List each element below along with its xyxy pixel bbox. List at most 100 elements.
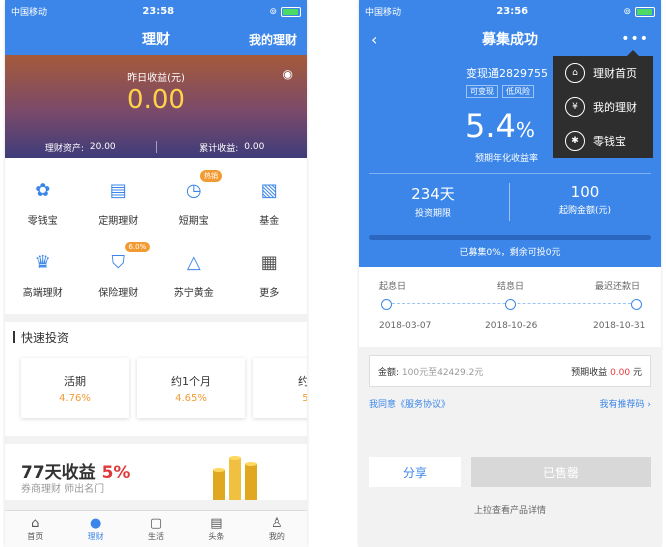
page-title: 募集成功 (482, 32, 538, 48)
timeline-date: 2018-03-07 (379, 321, 432, 331)
stat-min-amount: 100 起购金额(元) (515, 183, 655, 216)
badge-risk: 低风险 (502, 85, 534, 98)
product-grid: ✿ 零钱宝 ▤ 定期理财 热销 ◷ 短期宝 ▧ 基金 ♛ 高端理财 6.0% ⛉ 保险理财 △ 苏… (5, 158, 307, 314)
gold-icon: △ (186, 252, 201, 273)
card-name: 约3 (298, 374, 307, 388)
grid-item-label: 更多 (259, 287, 280, 299)
invest-card[interactable]: 活期 4.76% (21, 358, 129, 418)
grid-item-label: 短期宝 (178, 215, 209, 227)
total-value: 0.00 (244, 142, 265, 152)
card-name: 约1个月 (171, 374, 211, 388)
grid-item-label: 零钱宝 (27, 215, 58, 227)
grid-item-fund[interactable]: ▧ 基金 (232, 166, 308, 238)
grid-item-label: 高端理财 (22, 287, 63, 299)
alarm-icon: ⊚ (623, 6, 631, 17)
timeline-date: 2018-10-26 (485, 321, 538, 331)
status-right: ⊚ (623, 6, 655, 17)
menu-item-label: 理财首页 (593, 67, 637, 80)
grid-item-more[interactable]: ▦ 更多 (232, 238, 308, 310)
page-title: 理财 (142, 32, 170, 48)
news-icon: ▤ (210, 515, 223, 531)
battery-icon (635, 6, 655, 17)
amount-field[interactable]: 金额: 100元至42429.2元 (378, 365, 483, 378)
carrier-label: 中国移动 (11, 8, 48, 18)
menu-item-label: 零钱宝 (593, 135, 626, 148)
grid-item-fixed[interactable]: ▤ 定期理财 (81, 166, 157, 238)
expected-rate: 5.4% (465, 107, 535, 145)
status-right: ⊚ (269, 6, 301, 17)
referral-code-link[interactable]: 我有推荐码 › (600, 397, 652, 410)
product-name: 变现通2829755 (466, 67, 548, 80)
tab-label: 首页 (27, 531, 44, 541)
rate-value: 5.4 (465, 107, 516, 145)
service-agreement-link[interactable]: 我同意《服务协议》 (369, 397, 450, 410)
stat-term: 234天投资期限 (363, 183, 503, 219)
status-time: 23:56 (496, 6, 529, 17)
tab-finance[interactable]: ● 理财 (65, 511, 125, 547)
grid-item-short[interactable]: 热销 ◷ 短期宝 (156, 166, 232, 238)
product-badges: 可变现 低风险 (466, 85, 534, 98)
user-icon: ♙ (271, 515, 283, 531)
tab-home[interactable]: ⌂ 首页 (5, 511, 65, 547)
rate-tag: 6.0% (124, 242, 151, 252)
amount-label: 金额: (378, 367, 400, 378)
back-icon[interactable]: ‹ (371, 30, 377, 49)
expected-income: 预期收益 0.00 元 (571, 365, 642, 378)
grid-item-gold[interactable]: △ 苏宁黄金 (156, 238, 232, 310)
tab-news[interactable]: ▤ 头条 (186, 511, 246, 547)
sold-out-button[interactable]: 已售罄 (471, 457, 651, 487)
wallet-icon: ✿ (35, 180, 51, 201)
grid-item-insurance[interactable]: 6.0% ⛉ 保险理财 (81, 238, 157, 310)
assets-label: 理财资产: (44, 143, 84, 154)
grid-item-wallet[interactable]: ✿ 零钱宝 (5, 166, 81, 238)
total-summary[interactable]: 累计收益: 0.00 (157, 136, 308, 158)
quick-invest-header: 快速投资 (5, 322, 307, 352)
coins-icon (213, 456, 257, 500)
home-icon: ⌂ (31, 515, 40, 531)
my-finance-link[interactable]: 我的理财 (249, 31, 297, 48)
grid-item-label: 基金 (259, 215, 280, 227)
assets-summary[interactable]: 理财资产: 20.00 (5, 136, 156, 158)
card-rate: 4.65% (175, 392, 207, 404)
carrier-label: 中国移动 (365, 8, 402, 18)
date-timeline: 起息日 结息日 最迟还款日 2018-03-07 2018-10-26 2018… (359, 267, 661, 347)
raise-progress-label: 已募集0%，剩余可投0元 (459, 248, 561, 258)
shield-icon: ⛉ (111, 252, 126, 273)
menu-item-label: 我的理财 (593, 101, 637, 114)
more-icon[interactable]: ••• (621, 31, 649, 47)
timeline-label: 结息日 (497, 282, 525, 292)
chart-icon: ▧ (260, 180, 278, 201)
stat-label: 投资期限 (414, 209, 451, 219)
menu-item-finance-home[interactable]: ⌂ 理财首页 (553, 56, 653, 90)
status-bar: 中国移动 23:58 ⊚ (5, 0, 307, 23)
agreement-row: 我同意《服务协议》 我有推荐码 › (359, 387, 661, 410)
stat-value: 234天 (411, 185, 455, 203)
grid-item-label: 定期理财 (98, 215, 139, 227)
nav-bar: 理财 我的理财 (5, 23, 307, 55)
phone-finance-home: 中国移动 23:58 ⊚ 理财 我的理财 ◉ 昨日收益(元) 0.00 理财资产… (5, 0, 307, 547)
tab-life[interactable]: ▢ 生活 (126, 511, 186, 547)
promo-subtitle: 券商理财 师出名门 (21, 484, 105, 495)
tab-bar: ⌂ 首页 ● 理财 ▢ 生活 ▤ 头条 ♙ 我的 (5, 510, 307, 547)
timeline-date: 2018-10-31 (593, 321, 646, 331)
tab-label: 生活 (148, 531, 165, 541)
invest-card[interactable]: 约1个月 4.65% (137, 358, 245, 418)
promo-banner[interactable]: 77天收益 5% 券商理财 师出名门 (5, 444, 307, 500)
status-bar: 中国移动 23:56 ⊚ (359, 0, 661, 23)
invest-card[interactable]: 约35. (253, 358, 307, 418)
tab-mine[interactable]: ♙ 我的 (247, 511, 307, 547)
action-buttons: 分享 已售罄 (369, 457, 651, 487)
referral-label: 我有推荐码 (599, 400, 645, 410)
pull-up-hint: 上拉查看产品详情 (473, 506, 546, 516)
menu-item-my-finance[interactable]: ¥ 我的理财 (553, 90, 653, 124)
expected-value: 0.00 (610, 367, 631, 378)
tab-label: 理财 (87, 531, 104, 541)
grid-item-premium[interactable]: ♛ 高端理财 (5, 238, 81, 310)
timeline-label: 最迟还款日 (595, 282, 641, 292)
share-button[interactable]: 分享 (369, 457, 461, 487)
timeline-dot (505, 299, 516, 310)
quick-invest-cards: 活期4.76% 约1个月 4.65% 约35. (5, 352, 307, 436)
yesterday-value: 0.00 (127, 85, 185, 115)
menu-item-wallet[interactable]: ✱ 零钱宝 (553, 124, 653, 158)
bag-icon: ▢ (149, 515, 163, 531)
